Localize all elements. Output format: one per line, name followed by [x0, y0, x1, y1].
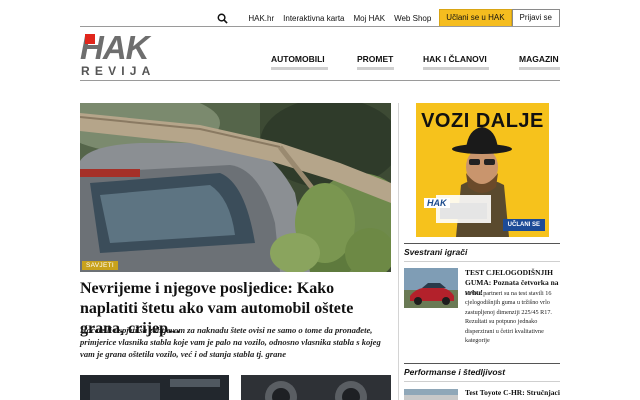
nav-underline: [519, 67, 560, 70]
section-divider: [404, 381, 560, 382]
article-thumbnail[interactable]: [80, 375, 229, 400]
hero-lead: Hoćete li uspjeti sa zahtjevom za naknad…: [80, 325, 381, 359]
join-hak-button[interactable]: Učlani se u HAK: [439, 9, 512, 27]
nav-automobili[interactable]: AUTOMOBILI: [271, 54, 325, 64]
logo-red-square: [85, 34, 95, 44]
link-hak-hr[interactable]: HAK.hr: [248, 14, 274, 23]
column-divider: [398, 103, 399, 400]
utility-bar: HAK.hr Interaktivna karta Moj HAK Web Sh…: [80, 8, 560, 28]
logo-revija-text: REVIJA: [81, 64, 156, 78]
advertisement-banner[interactable]: VOZI DALJE HAK UČLANI SE: [416, 103, 549, 237]
side-article-excerpt: HAK i partneri su na test stavili 16 cje…: [465, 290, 552, 345]
nav-hak-i-clanovi[interactable]: HAK I ČLANOVI: [423, 54, 487, 64]
nav-magazin[interactable]: MAGAZIN: [519, 54, 559, 64]
nav-underline: [357, 67, 394, 70]
ad-hak-logo: HAK: [424, 198, 450, 208]
section-divider: [404, 363, 560, 364]
divider: [80, 80, 560, 81]
nav-underline: [423, 67, 489, 70]
section-title-performance[interactable]: Performanse i štedljivost: [404, 367, 505, 377]
search-icon[interactable]: [215, 11, 229, 25]
login-button[interactable]: Prijavi se: [511, 9, 560, 27]
link-web-shop[interactable]: Web Shop: [394, 14, 431, 23]
category-tag[interactable]: SAVJETI: [82, 261, 118, 270]
section-divider: [404, 243, 560, 244]
link-interactive-map[interactable]: Interaktivna karta: [283, 14, 344, 23]
ad-join-button[interactable]: UČLANI SE: [502, 219, 545, 231]
link-my-hak[interactable]: Moj HAK: [354, 14, 386, 23]
page: HAK.hr Interaktivna karta Moj HAK Web Sh…: [0, 0, 640, 400]
nav-underline: [271, 67, 328, 70]
divider: [80, 26, 560, 27]
main-nav: AUTOMOBILI PROMET HAK I ČLANOVI MAGAZIN: [260, 54, 560, 72]
article-thumbnail[interactable]: [241, 375, 391, 400]
article-thumbnail[interactable]: [404, 268, 458, 308]
nav-promet[interactable]: PROMET: [357, 54, 393, 64]
side-article-title[interactable]: Test Toyote C-HR: Stručnjaci za: [465, 388, 561, 400]
hero-image[interactable]: SAVJETI: [80, 103, 391, 272]
article-thumbnail[interactable]: [404, 388, 458, 400]
hak-revija-logo[interactable]: HAK REVIJA: [80, 31, 184, 79]
section-title-versatile[interactable]: Svestrani igrači: [404, 247, 467, 257]
section-divider: [404, 261, 560, 262]
